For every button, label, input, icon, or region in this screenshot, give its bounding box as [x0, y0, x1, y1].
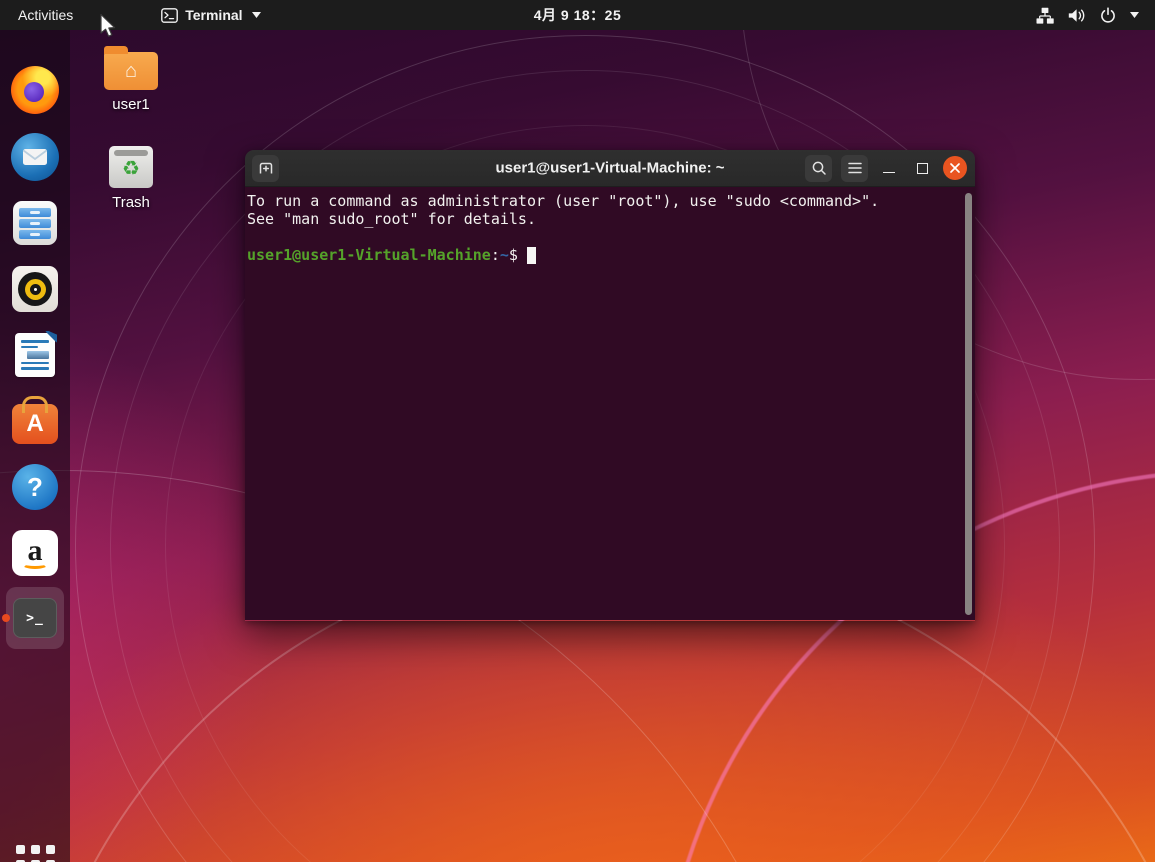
- desktop-icon-label: user1: [112, 96, 150, 113]
- volume-icon: [1067, 7, 1086, 24]
- desktop-icon-label: Trash: [112, 194, 150, 211]
- software-icon: A: [12, 404, 58, 444]
- app-menu-label: Terminal: [185, 7, 243, 23]
- close-button[interactable]: [943, 156, 967, 180]
- power-icon: [1099, 6, 1117, 24]
- doc-image: [26, 351, 49, 359]
- speaker-outer: [18, 272, 52, 306]
- minimize-icon: [883, 171, 895, 173]
- maximize-button[interactable]: [910, 156, 934, 180]
- system-status-area[interactable]: [1030, 0, 1145, 30]
- chevron-down-icon: [251, 12, 261, 18]
- terminal-window: user1@user1-Virtual-Machine: ~ To run a …: [245, 150, 975, 621]
- terminal-output-line: See "man sudo_root" for details.: [247, 210, 536, 228]
- dock: A ? a >_: [0, 30, 70, 862]
- files-icon: [13, 201, 57, 245]
- firefox-icon: [11, 66, 59, 114]
- show-applications-button[interactable]: [0, 836, 70, 862]
- titlebar-controls: [805, 154, 967, 182]
- new-tab-button[interactable]: [252, 154, 279, 182]
- doc-line: [21, 361, 49, 365]
- running-indicator-dot: [2, 614, 10, 622]
- dock-item-libreoffice-writer[interactable]: [0, 327, 70, 383]
- terminal-content[interactable]: To run a command as administrator (user …: [245, 187, 975, 620]
- trash-icon: ♻: [109, 146, 153, 188]
- desktop-icon-trash[interactable]: ♻ Trash: [93, 146, 169, 211]
- speaker-dot: [33, 287, 37, 291]
- speaker-core: [29, 283, 41, 295]
- menu-button[interactable]: [841, 154, 868, 182]
- prompt-path: ~: [499, 246, 509, 264]
- show-applications-icon: [15, 844, 55, 862]
- dock-item-thunderbird[interactable]: [0, 129, 70, 185]
- dock-item-firefox[interactable]: [0, 62, 70, 118]
- trash-lid: [114, 150, 148, 156]
- speaker-ring: [24, 278, 46, 300]
- drawer-row: [19, 207, 51, 217]
- terminal-mini-icon: [161, 7, 179, 23]
- terminal-prompt-line: user1@user1-Virtual-Machine : ~ $: [247, 246, 963, 264]
- menu-icon: [847, 162, 862, 174]
- home-folder-icon: ⌂: [104, 46, 158, 90]
- dock-item-files[interactable]: [0, 195, 70, 251]
- chevron-down-icon: [1130, 12, 1139, 18]
- drawer-row: [19, 229, 51, 239]
- new-tab-icon: [257, 159, 275, 177]
- minimize-button[interactable]: [877, 156, 901, 180]
- thunderbird-icon: [11, 133, 59, 181]
- recycle-glyph: ♻: [122, 158, 140, 180]
- terminal-scrollbar[interactable]: [965, 193, 972, 615]
- terminal-titlebar[interactable]: user1@user1-Virtual-Machine: ~: [245, 150, 975, 187]
- dock-item-ubuntu-software[interactable]: A: [0, 393, 70, 449]
- app-menu-terminal[interactable]: Terminal: [151, 0, 270, 30]
- terminal-cursor: [526, 246, 536, 264]
- terminal-output-line: To run a command as administrator (user …: [247, 192, 880, 210]
- doc-line: [21, 367, 49, 371]
- search-icon: [811, 160, 827, 176]
- home-glyph: ⌂: [124, 60, 138, 82]
- activities-button[interactable]: Activities: [0, 0, 91, 30]
- doc-line: [21, 340, 49, 343]
- close-icon: [949, 162, 961, 174]
- maximize-icon: [916, 162, 928, 174]
- drawer-row: [19, 218, 51, 228]
- dock-item-rhythmbox[interactable]: [0, 261, 70, 317]
- doc-line: [21, 345, 38, 349]
- activities-label: Activities: [18, 7, 74, 23]
- terminal-icon: >_: [13, 598, 57, 638]
- amazon-icon: a: [12, 530, 58, 576]
- rhythmbox-icon: [12, 266, 58, 312]
- clock[interactable]: 4月 9 18：25: [534, 5, 622, 25]
- dock-item-terminal-active[interactable]: >_: [6, 587, 64, 649]
- prompt-symbol: $: [508, 246, 518, 264]
- prompt-user-host: user1@user1-Virtual-Machine: [247, 246, 491, 264]
- dock-item-help[interactable]: ?: [0, 459, 70, 515]
- prompt-separator: :: [490, 246, 500, 264]
- dock-item-amazon[interactable]: a: [0, 525, 70, 581]
- network-wired-icon: [1036, 7, 1054, 24]
- amazon-smile-arrow: [22, 560, 48, 569]
- writer-icon: [15, 333, 55, 377]
- desktop-icon-user1[interactable]: ⌂ user1: [93, 44, 169, 113]
- help-icon: ?: [12, 464, 58, 510]
- search-button[interactable]: [805, 154, 832, 182]
- window-title: user1@user1-Virtual-Machine: ~: [495, 159, 725, 177]
- top-bar: Activities Terminal 4月 9 18：25: [0, 0, 1155, 30]
